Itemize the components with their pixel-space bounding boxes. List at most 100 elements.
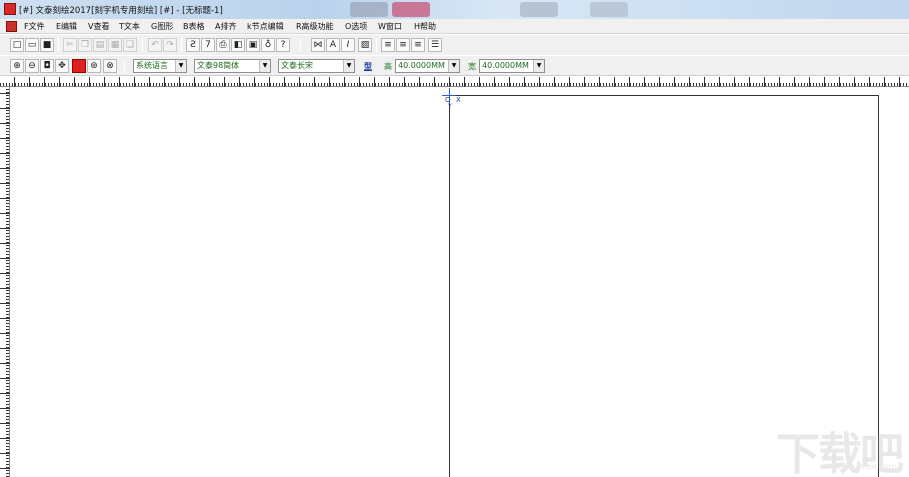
- menu-view[interactable]: V查看: [88, 21, 109, 32]
- background-shape: [392, 2, 430, 17]
- new-file-icon[interactable]: □: [10, 38, 24, 52]
- font-select[interactable]: 文泰长宋 ▼: [278, 59, 355, 73]
- tips-icon[interactable]: ♁: [261, 38, 275, 52]
- ruler-tick: [704, 77, 705, 87]
- toolbar-separator: [124, 59, 125, 73]
- fill-color-icon[interactable]: ■: [72, 59, 86, 73]
- undo-icon[interactable]: ↶: [148, 38, 162, 52]
- menu-table[interactable]: B表格: [183, 21, 205, 32]
- paste-icon[interactable]: ▤: [93, 38, 107, 52]
- ruler-tick: [614, 77, 615, 87]
- zoom-out-icon[interactable]: ⊖: [25, 59, 39, 73]
- document-menu-icon[interactable]: [6, 21, 17, 32]
- chevron-down-icon: ▼: [343, 60, 354, 72]
- print-icon[interactable]: ⎙: [216, 38, 230, 52]
- language-value: 系统语言: [136, 61, 168, 70]
- menu-align[interactable]: A排齐: [215, 21, 236, 32]
- format-toolbar: ⊕ ⊖ ◘ ✥ ■ ⊛ ⊗ 系统语言 ▼ 文泰98简体 ▼ 文泰长宋 ▼ 型 高…: [0, 56, 909, 76]
- save-icon[interactable]: ■: [40, 38, 54, 52]
- menu-text[interactable]: T文本: [119, 21, 140, 32]
- zoom-in-icon[interactable]: ⊕: [10, 59, 24, 73]
- ruler-tick: [0, 138, 10, 139]
- chevron-down-icon: ▼: [448, 60, 459, 72]
- menu-advanced[interactable]: R高级功能: [296, 21, 334, 32]
- ruler-tick: [14, 77, 15, 87]
- menu-options[interactable]: O选项: [345, 21, 367, 32]
- ruler-tick: [0, 408, 10, 409]
- image-icon[interactable]: ▨: [358, 38, 372, 52]
- text-frame-icon[interactable]: A: [326, 38, 340, 52]
- export-icon[interactable]: 7: [201, 38, 215, 52]
- background-shape: [350, 2, 388, 17]
- align-justify-icon[interactable]: ☰: [428, 38, 442, 52]
- ruler-tick: [419, 77, 420, 87]
- ruler-tick: [719, 77, 720, 87]
- zoom-page-icon[interactable]: ◘: [40, 59, 54, 73]
- ruler-tick: [0, 393, 10, 394]
- ruler-tick: [0, 363, 10, 364]
- align-right-icon[interactable]: ≡: [411, 38, 425, 52]
- vertical-ruler[interactable]: [0, 87, 10, 477]
- cut-icon[interactable]: ✂: [63, 38, 77, 52]
- menu-window[interactable]: W窗口: [378, 21, 402, 32]
- italic-icon[interactable]: I: [341, 38, 355, 52]
- ruler-tick: [809, 77, 810, 87]
- chinese-font-value: 文泰98简体: [197, 61, 240, 70]
- align-center-icon[interactable]: ≡: [396, 38, 410, 52]
- x-axis-label: X: [456, 96, 461, 104]
- font-style-button[interactable]: 型: [364, 61, 372, 72]
- copy-icon[interactable]: ❐: [78, 38, 92, 52]
- ruler-tick: [0, 333, 10, 334]
- import-icon[interactable]: Ƨ: [186, 38, 200, 52]
- ruler-tick: [269, 77, 270, 87]
- toolbar-separator: [376, 38, 377, 52]
- menu-file[interactable]: F文件: [24, 21, 45, 32]
- align-left-icon[interactable]: ≡: [381, 38, 395, 52]
- ruler-tick: [0, 198, 10, 199]
- height-input[interactable]: 40.0000MM ▼: [395, 59, 460, 73]
- ruler-tick: [284, 77, 285, 87]
- ruler-tick: [794, 77, 795, 87]
- output-icon[interactable]: ▣: [246, 38, 260, 52]
- ruler-tick: [554, 77, 555, 87]
- ruler-tick: [0, 468, 10, 469]
- ruler-tick: [0, 243, 10, 244]
- ruler-tick: [29, 77, 30, 87]
- ruler-tick: [134, 77, 135, 87]
- menu-edit[interactable]: E编辑: [56, 21, 77, 32]
- ruler-tick: [0, 303, 10, 304]
- open-file-icon[interactable]: ▭: [25, 38, 39, 52]
- ruler-tick: [854, 77, 855, 87]
- redo-icon[interactable]: ↷: [163, 38, 177, 52]
- ruler-tick: [434, 77, 435, 87]
- edit-node-icon[interactable]: ⋈: [311, 38, 325, 52]
- title-bar: [#] 文泰刻绘2017[刻字机专用刻绘] [#] - [无标题-1]: [0, 0, 909, 19]
- ruler-tick: [449, 77, 450, 87]
- ruler-tick: [764, 77, 765, 87]
- clone-icon[interactable]: ▦: [108, 38, 122, 52]
- width-input[interactable]: 40.0000MM ▼: [479, 59, 545, 73]
- menu-node-edit[interactable]: k节点编辑: [247, 21, 284, 32]
- print-preview-icon[interactable]: ◧: [231, 38, 245, 52]
- horizontal-ruler[interactable]: [0, 77, 909, 87]
- duplicate-icon[interactable]: ❏: [123, 38, 137, 52]
- zoom-all-icon[interactable]: ⊗: [103, 59, 117, 73]
- ruler-tick: [194, 77, 195, 87]
- drawing-canvas[interactable]: O X Y: [11, 88, 909, 477]
- chevron-down-icon: ▼: [259, 60, 270, 72]
- zoom-selection-icon[interactable]: ⊛: [87, 59, 101, 73]
- menu-help[interactable]: H帮助: [414, 21, 436, 32]
- pan-icon[interactable]: ✥: [55, 59, 69, 73]
- menu-graphic[interactable]: G图形: [151, 21, 173, 32]
- help-icon[interactable]: ?: [276, 38, 290, 52]
- ruler-tick: [0, 318, 10, 319]
- language-select[interactable]: 系统语言 ▼: [133, 59, 187, 73]
- ruler-tick: [734, 77, 735, 87]
- chinese-font-select[interactable]: 文泰98简体 ▼: [194, 59, 271, 73]
- ruler-tick: [179, 77, 180, 87]
- ruler-tick: [164, 77, 165, 87]
- font-value: 文泰长宋: [281, 61, 313, 70]
- ruler-tick: [0, 348, 10, 349]
- ruler-tick: [584, 77, 585, 87]
- ruler-tick: [389, 77, 390, 87]
